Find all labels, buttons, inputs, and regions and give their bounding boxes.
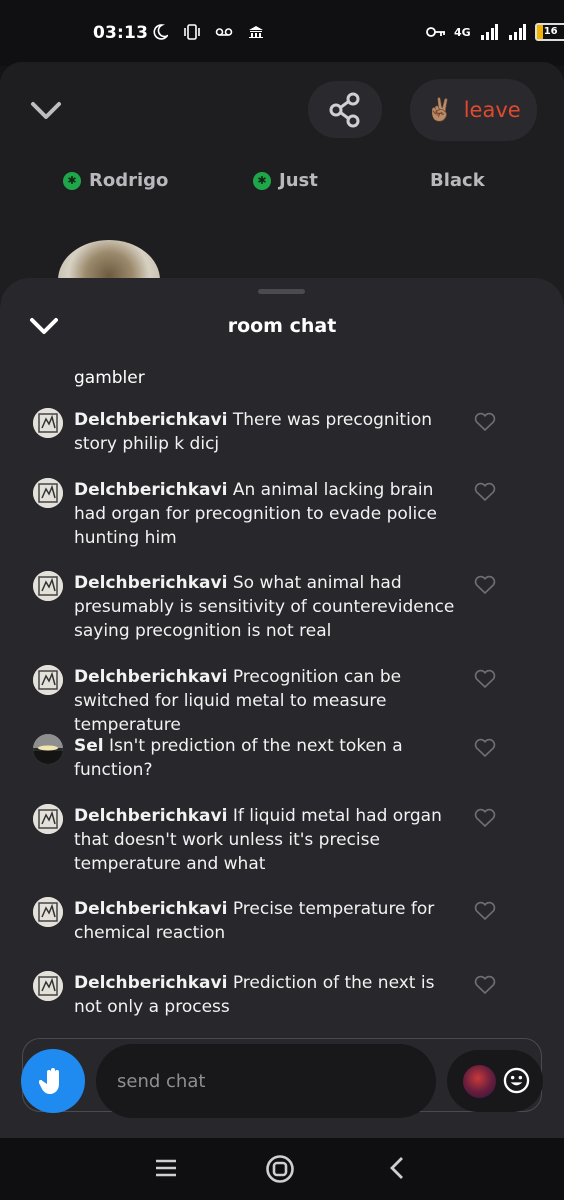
hand-icon xyxy=(39,1068,59,1094)
user-avatar[interactable] xyxy=(33,408,63,438)
heart-icon[interactable] xyxy=(474,412,496,432)
user-avatar[interactable] xyxy=(33,665,63,695)
minimize-room-button[interactable] xyxy=(28,96,64,126)
bank-icon xyxy=(246,22,266,42)
share-icon xyxy=(329,92,360,127)
message-user[interactable]: Delchberichkavi xyxy=(74,973,227,993)
message-user[interactable]: Delchberichkavi xyxy=(74,806,227,826)
room-panel: ✌🏽 leave ✱ Rodrigo ✱ Just Black xyxy=(0,62,564,320)
heart-icon[interactable] xyxy=(474,482,496,502)
user-avatar[interactable] xyxy=(33,571,63,601)
heart-icon[interactable] xyxy=(474,738,496,758)
heart-icon[interactable] xyxy=(474,975,496,995)
message-text: Sel Isn't prediction of the next token a… xyxy=(74,736,403,780)
message-user[interactable]: Delchberichkavi xyxy=(74,410,227,430)
message-user[interactable]: Delchberichkavi xyxy=(74,899,227,919)
reaction-pill[interactable] xyxy=(447,1050,543,1112)
key-icon xyxy=(426,22,446,42)
speaker-just[interactable]: ✱ Just xyxy=(253,170,318,191)
heart-icon[interactable] xyxy=(474,901,496,921)
message-text: Delchberichkavi So what animal had presu… xyxy=(74,573,455,641)
message-user[interactable]: Delchberichkavi xyxy=(74,573,227,593)
user-avatar[interactable] xyxy=(33,804,63,834)
user-avatar[interactable] xyxy=(33,897,63,927)
peace-emoji-icon: ✌🏽 xyxy=(426,97,454,123)
chat-title: room chat xyxy=(227,315,337,337)
speaker-names: ✱ Rodrigo ✱ Just Black xyxy=(0,170,564,196)
message-text: Delchberichkavi Precise temperature for … xyxy=(74,899,435,943)
moon-icon xyxy=(150,22,170,42)
chat-input[interactable] xyxy=(96,1044,436,1118)
signal-icon-2 xyxy=(507,22,527,42)
leave-button[interactable]: ✌🏽 leave xyxy=(410,79,537,141)
message-text: Delchberichkavi There was precognition s… xyxy=(74,410,432,454)
message-user[interactable]: Delchberichkavi xyxy=(74,667,227,687)
battery-icon: 16 xyxy=(534,23,564,41)
verified-icon: ✱ xyxy=(253,171,271,190)
system-nav-bar xyxy=(0,1138,564,1200)
menu-icon[interactable] xyxy=(154,1156,178,1180)
chat-input-bar xyxy=(0,1040,564,1124)
leave-label: leave xyxy=(463,98,521,122)
message-text: Delchberichkavi Prediction of the next i… xyxy=(74,973,435,1017)
heart-icon[interactable] xyxy=(474,808,496,828)
raise-hand-button[interactable] xyxy=(21,1049,85,1113)
speaker-name: Black xyxy=(430,170,485,191)
voicemail-icon xyxy=(214,22,234,42)
speaker-rodrigo[interactable]: ✱ Rodrigo xyxy=(63,170,168,191)
speaker-name: Rodrigo xyxy=(89,170,169,191)
drag-handle[interactable] xyxy=(258,289,305,294)
heart-icon[interactable] xyxy=(474,669,496,689)
speaker-black[interactable]: Black xyxy=(430,170,485,191)
message-text: Delchberichkavi Precognition can be swit… xyxy=(74,667,402,735)
signal-icon xyxy=(479,22,499,42)
chevron-down-icon xyxy=(31,102,61,119)
emoji-icon[interactable] xyxy=(503,1067,530,1094)
chat-sheet: room chat gambler Delchberichkavi There … xyxy=(0,278,564,1138)
vibrate-icon xyxy=(182,22,202,42)
user-avatar[interactable] xyxy=(33,478,63,508)
heart-icon[interactable] xyxy=(474,575,496,595)
message-user[interactable]: Delchberichkavi xyxy=(74,480,227,500)
home-icon[interactable] xyxy=(265,1154,295,1184)
verified-icon: ✱ xyxy=(63,171,81,190)
message-user[interactable]: Sel xyxy=(74,736,104,756)
status-bar: 03:13 4G 16 xyxy=(0,0,564,66)
share-button[interactable] xyxy=(308,81,382,138)
user-avatar[interactable] xyxy=(33,734,63,764)
message-text: Delchberichkavi An animal lacking brain … xyxy=(74,480,438,548)
back-icon[interactable] xyxy=(388,1156,408,1180)
speaker-name: Just xyxy=(279,170,318,191)
network-type: 4G xyxy=(454,25,471,39)
message-continuation: gambler xyxy=(74,368,145,388)
user-avatar[interactable] xyxy=(463,1065,496,1098)
message-text: Delchberichkavi If liquid metal had orga… xyxy=(74,806,442,874)
user-avatar[interactable] xyxy=(33,971,63,1001)
status-time: 03:13 xyxy=(93,23,149,43)
